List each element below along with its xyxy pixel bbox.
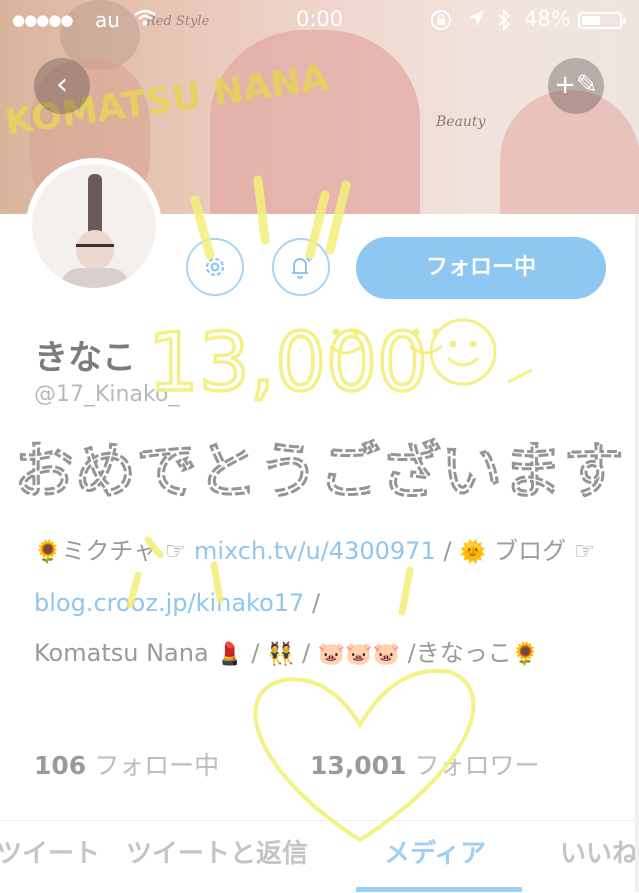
bell-plus-icon — [292, 256, 312, 279]
active-tab-indicator — [356, 887, 522, 892]
bio-text: ブログ — [494, 537, 567, 565]
tab-tweets[interactable]: ツイート — [0, 833, 100, 870]
avatar-figure-glasses — [76, 244, 114, 255]
wifi-icon — [133, 8, 157, 33]
bluetooth-icon — [497, 8, 511, 37]
sunflower-emoji: 🌻 — [34, 540, 62, 565]
carrier-name: au — [95, 8, 120, 32]
battery-icon — [578, 12, 626, 29]
pig-emoji: 🐷🐷🐷 — [317, 642, 400, 667]
clock: 0:00 — [296, 7, 344, 31]
lipstick-emoji: 💄 — [216, 642, 244, 667]
battery-percent: 48% — [524, 7, 571, 31]
followers-label: フォロワー — [414, 751, 540, 780]
bio-separator: / — [304, 589, 321, 617]
following-count-link[interactable]: 106 フォロー中 — [34, 746, 219, 782]
rotation-lock-icon — [430, 9, 452, 36]
pointing-hand-icon: ☞ — [573, 537, 596, 565]
bio-separator: / — [435, 537, 460, 565]
following-count: 106 — [34, 751, 87, 780]
compose-tweet-button[interactable]: +✎ — [548, 58, 604, 114]
scroll-edge — [635, 214, 639, 892]
profile-settings-button[interactable] — [186, 238, 244, 296]
profile-tabs: ツイート ツイートと返信 メディア いいね — [0, 820, 639, 893]
doodle-count-text: 13,000 — [148, 316, 428, 409]
bio-text: /きなっこ — [407, 639, 512, 667]
compose-icon: +✎ — [554, 70, 598, 100]
tab-media[interactable]: メディア — [384, 833, 486, 870]
back-button[interactable]: ‹ — [34, 58, 90, 114]
following-button[interactable]: フォロー中 — [356, 237, 606, 299]
avatar-figure-body — [60, 268, 130, 288]
chevron-left-icon: ‹ — [56, 67, 68, 102]
dancers-emoji: 👯 — [267, 642, 295, 667]
user-handle: @17_Kinako_ — [34, 382, 180, 407]
mixch-link[interactable]: mixch.tv/u/4300971 — [194, 537, 436, 565]
followers-count: 13,001 — [310, 751, 407, 780]
location-arrow-icon — [466, 8, 486, 35]
banner-photo-shape — [210, 30, 420, 214]
tab-likes[interactable]: いいね — [560, 833, 638, 870]
gear-icon — [205, 257, 225, 277]
followers-count-link[interactable]: 13,001 フォロワー — [310, 746, 539, 782]
sun-emoji: 🌞 — [459, 540, 487, 565]
doodle-congrats-text: おめでとうございます — [14, 436, 624, 507]
smiley-doodle — [328, 318, 533, 386]
blog-link[interactable]: blog.crooz.jp/kinako17 — [34, 589, 304, 617]
signal-strength-icon: ●●●●● — [12, 11, 73, 29]
tab-tweets-and-replies[interactable]: ツイートと返信 — [126, 833, 308, 870]
bio-text: ミクチャ — [61, 537, 158, 565]
banner-text-beauty: Beauty — [436, 114, 486, 130]
profile-bio: 🌻ミクチャ ☞ mixch.tv/u/4300971 / 🌞 ブログ ☞ blo… — [34, 537, 596, 667]
status-bar: ●●●●● au 0:00 48% — [0, 0, 639, 40]
notifications-button[interactable] — [272, 238, 330, 296]
bio-text: Komatsu Nana — [34, 639, 209, 667]
profile-avatar[interactable] — [26, 158, 162, 294]
sunflower-emoji: 🌻 — [511, 642, 540, 667]
display-name: きなこ — [34, 338, 136, 378]
pointing-hand-icon: ☞ — [164, 537, 187, 565]
following-label: フォロー中 — [94, 751, 220, 780]
